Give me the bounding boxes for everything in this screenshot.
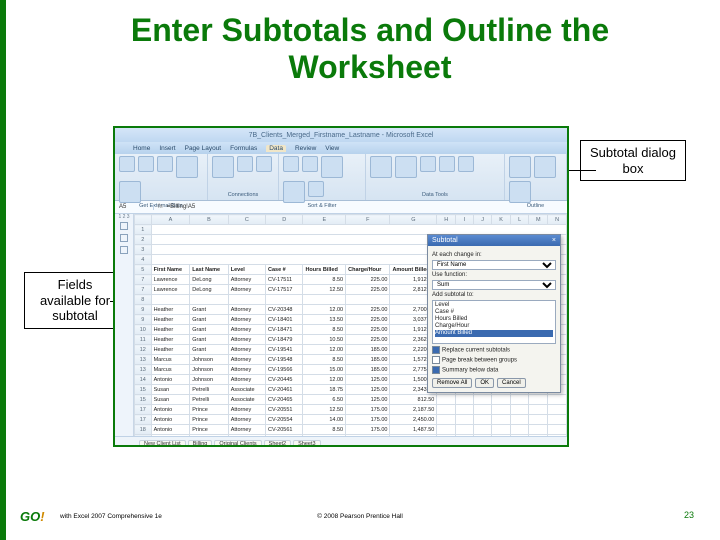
ribbon-group-connections: Connections [208, 154, 279, 200]
remove-all-button[interactable]: Remove All [432, 378, 472, 388]
ribbon-group-label: Sort & Filter [283, 203, 361, 209]
ribbon-tabs: Home Insert Page Layout Formulas Data Re… [115, 142, 567, 154]
formula-value[interactable]: =Billing!A5 [167, 204, 196, 210]
label-at-each-change: At each change in: [432, 252, 556, 258]
sheet-tab[interactable]: New Client List [139, 440, 186, 447]
dialog-title: Subtotal [432, 237, 458, 244]
tab-insert[interactable]: Insert [159, 145, 175, 152]
callout-subtotal-dialog: Subtotal dialog box [580, 140, 686, 181]
from-access-icon[interactable] [119, 156, 135, 172]
properties-icon[interactable] [256, 156, 272, 172]
ribbon-group-label: Outline [509, 203, 562, 209]
table-row: 17AntonioPrinceAttorneyCV-2055112.50175.… [135, 405, 567, 415]
ok-button[interactable]: OK [475, 378, 494, 388]
tab-view[interactable]: View [325, 145, 339, 152]
fx-icon[interactable]: fx [154, 204, 167, 210]
tab-page-layout[interactable]: Page Layout [185, 145, 222, 152]
select-change-in[interactable]: First Name [432, 260, 556, 270]
remove-duplicates-icon[interactable] [395, 156, 417, 178]
ribbon-group-outline: Outline [505, 154, 567, 200]
group-icon[interactable] [509, 156, 531, 178]
check-summary-below[interactable]: Summary below data [432, 366, 556, 374]
list-item[interactable]: Hours Billed [435, 316, 553, 323]
fields-listbox[interactable]: Level Case # Hours Billed Charge/Hour Am… [432, 300, 556, 344]
from-text-icon[interactable] [157, 156, 173, 172]
sheet-tab[interactable]: Sheet3 [293, 440, 320, 447]
table-row: 15SusanPetrelliAssociateCV-204656.50125.… [135, 395, 567, 405]
footer-center: © 2008 Pearson Prentice Hall [0, 513, 720, 520]
sort-icon[interactable] [321, 156, 343, 178]
tab-formulas[interactable]: Formulas [230, 145, 257, 152]
row: 1 [135, 225, 567, 235]
slide-title: Enter Subtotals and Outline the Workshee… [50, 12, 690, 86]
excel-screenshot: 7B_Clients_Merged_Firstname_Lastname - M… [113, 126, 569, 447]
sort-za-icon[interactable] [302, 156, 318, 172]
slide: Enter Subtotals and Outline the Workshee… [0, 0, 720, 540]
check-pagebreak[interactable]: Page break between groups [432, 356, 556, 364]
sheet-tabs: New Client List Billing Original Clients… [115, 436, 567, 447]
sheet-tab[interactable]: Billing [188, 440, 213, 447]
excel-window-title: 7B_Clients_Merged_Firstname_Lastname - M… [249, 132, 434, 139]
table-row: 18AntonioPrinceAttorneyCV-205618.50175.0… [135, 425, 567, 435]
list-item[interactable]: Case # [435, 309, 553, 316]
sheet-tab[interactable]: Sheet2 [264, 440, 291, 447]
select-function[interactable]: Sum [432, 280, 556, 290]
what-if-icon[interactable] [458, 156, 474, 172]
accent-bar [0, 0, 6, 540]
name-box[interactable]: A5 [115, 204, 154, 210]
tab-review[interactable]: Review [295, 145, 316, 152]
data-validation-icon[interactable] [420, 156, 436, 172]
dialog-titlebar: Subtotal × [428, 235, 560, 246]
filter-icon[interactable] [283, 181, 305, 203]
excel-titlebar: 7B_Clients_Merged_Firstname_Lastname - M… [115, 128, 567, 142]
connections-icon[interactable] [237, 156, 253, 172]
subtotal-icon[interactable] [509, 181, 531, 203]
sort-az-icon[interactable] [283, 156, 299, 172]
ungroup-icon[interactable] [534, 156, 556, 178]
refresh-all-icon[interactable] [212, 156, 234, 178]
footer-page-number: 23 [684, 510, 694, 520]
from-web-icon[interactable] [138, 156, 154, 172]
outline-pane[interactable]: 1 2 3 [115, 214, 134, 436]
check-replace[interactable]: Replace current subtotals [432, 346, 556, 354]
existing-connections-icon[interactable] [119, 181, 141, 203]
advanced-icon[interactable] [308, 181, 324, 197]
tab-data[interactable]: Data [266, 145, 286, 152]
ribbon-group-label: Connections [212, 192, 274, 198]
tab-home[interactable]: Home [133, 145, 150, 152]
sheet-tab[interactable]: Original Clients [214, 440, 261, 447]
label-use-function: Use function: [432, 272, 556, 278]
ribbon-group-data-tools: Data Tools [366, 154, 505, 200]
cancel-button[interactable]: Cancel [497, 378, 526, 388]
list-item[interactable]: Level [435, 302, 553, 309]
ribbon-group-label: Data Tools [370, 192, 500, 198]
close-icon[interactable]: × [552, 237, 556, 244]
ribbon-group-external: Get External Data [115, 154, 208, 200]
table-row: 19NancyStevensParalegalCV-205617.0080.00… [135, 435, 567, 437]
table-row: 17AntonioPrinceAttorneyCV-2055414.00175.… [135, 415, 567, 425]
list-item-selected[interactable]: Amount Billed [435, 330, 553, 337]
text-to-columns-icon[interactable] [370, 156, 392, 178]
label-add-subtotal-to: Add subtotal to: [432, 292, 556, 298]
ribbon: Get External Data Connections So [115, 154, 567, 201]
list-item[interactable]: Charge/Hour [435, 323, 553, 330]
ribbon-group-sort-filter: Sort & Filter [279, 154, 366, 200]
subtotal-dialog: Subtotal × At each change in: First Name… [427, 234, 561, 393]
consolidate-icon[interactable] [439, 156, 455, 172]
from-other-sources-icon[interactable] [176, 156, 198, 178]
col-header-row: A B C D E F G H I J K L M N [135, 215, 567, 225]
